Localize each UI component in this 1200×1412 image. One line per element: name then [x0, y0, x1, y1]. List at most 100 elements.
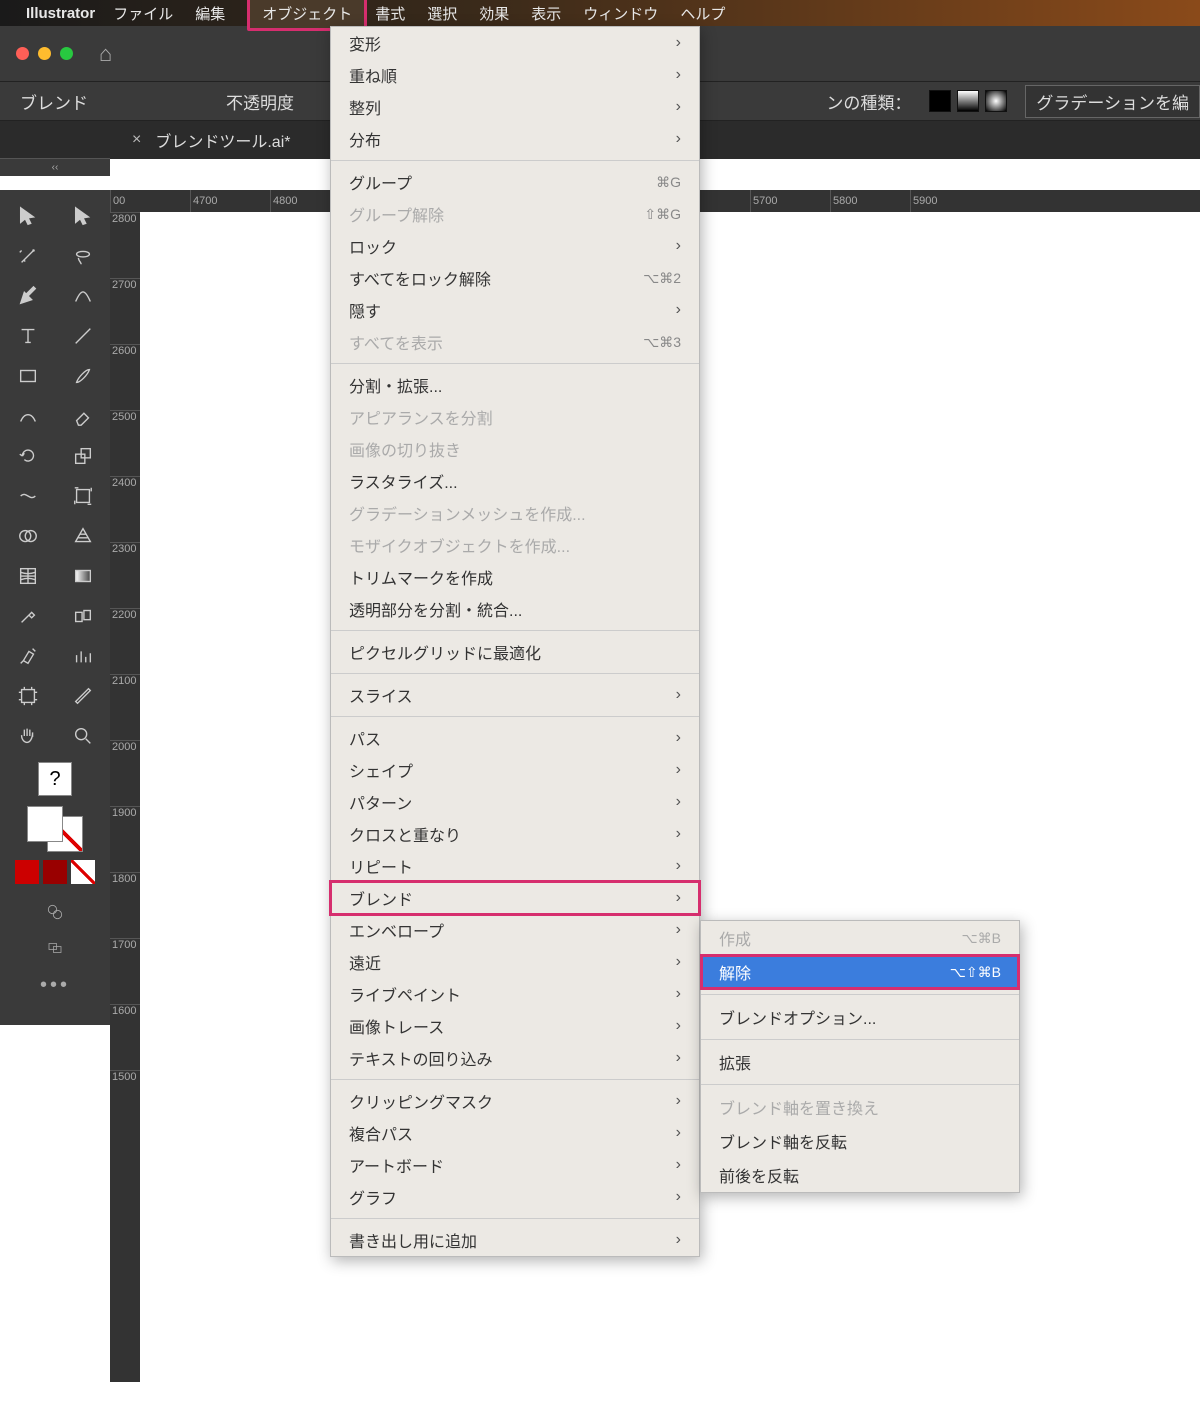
submenu-item[interactable]: ブレンド軸を反転 [701, 1124, 1019, 1158]
chevron-right-icon: › [676, 889, 681, 907]
blend-tool-icon[interactable] [55, 596, 110, 636]
menu-item[interactable]: エンベロープ› [331, 914, 699, 946]
direct-selection-tool-icon[interactable] [55, 196, 110, 236]
menu-item[interactable]: アートボード› [331, 1149, 699, 1181]
menu-item[interactable]: 隠す› [331, 294, 699, 326]
hand-tool-icon[interactable] [0, 716, 55, 756]
gradient-tool-icon[interactable] [55, 556, 110, 596]
draw-mode-icon[interactable] [0, 930, 110, 966]
swatch-gradient-icon[interactable] [43, 860, 67, 884]
panel-collapse-icon[interactable]: ‹‹ [0, 158, 110, 176]
menu-item[interactable]: リピート› [331, 850, 699, 882]
menu-item[interactable]: グループ⌘G [331, 166, 699, 198]
menu-item[interactable]: 遠近› [331, 946, 699, 978]
submenu-item[interactable]: 拡張 [701, 1045, 1019, 1079]
menu-item[interactable]: 整列› [331, 91, 699, 123]
menu-item[interactable]: ライブペイント› [331, 978, 699, 1010]
home-icon[interactable]: ⌂ [99, 41, 112, 67]
minimize-window-icon[interactable] [38, 47, 51, 60]
menu-window[interactable]: ウィンドウ [583, 3, 658, 24]
rectangle-tool-icon[interactable] [0, 356, 55, 396]
width-tool-icon[interactable] [0, 476, 55, 516]
blend-submenu: 作成⌥⌘B解除⌥⇧⌘Bブレンドオプション...拡張ブレンド軸を置き換えブレンド軸… [700, 920, 1020, 1193]
fill-stroke-control[interactable] [27, 806, 83, 852]
menu-item[interactable]: スライス› [331, 679, 699, 711]
menu-item[interactable]: テキストの回り込み› [331, 1042, 699, 1074]
submenu-item[interactable]: ブレンドオプション... [701, 1000, 1019, 1034]
menu-item[interactable]: 分布› [331, 123, 699, 155]
pen-tool-icon[interactable] [0, 276, 55, 316]
mesh-tool-icon[interactable] [0, 556, 55, 596]
perspective-tool-icon[interactable] [55, 516, 110, 556]
menu-effect[interactable]: 効果 [479, 3, 509, 24]
menu-item[interactable]: ラスタライズ... [331, 465, 699, 497]
paintbrush-tool-icon[interactable] [55, 356, 110, 396]
line-tool-icon[interactable] [55, 316, 110, 356]
slice-tool-icon[interactable] [55, 676, 110, 716]
swatch-none-icon[interactable] [71, 860, 95, 884]
more-tools-icon[interactable]: ••• [40, 966, 70, 1005]
curvature-tool-icon[interactable] [55, 276, 110, 316]
menu-item[interactable]: 複合パス› [331, 1117, 699, 1149]
menu-item[interactable]: ピクセルグリッドに最適化 [331, 636, 699, 668]
gradient-radial-icon[interactable] [985, 90, 1007, 112]
chevron-right-icon: › [676, 1156, 681, 1174]
menu-select[interactable]: 選択 [427, 3, 457, 24]
selection-tool-icon[interactable] [0, 196, 55, 236]
chevron-right-icon: › [676, 825, 681, 843]
menu-item[interactable]: クリッピングマスク› [331, 1085, 699, 1117]
close-window-icon[interactable] [16, 47, 29, 60]
column-graph-tool-icon[interactable] [55, 636, 110, 676]
screen-mode-icon[interactable] [0, 894, 110, 930]
rotate-tool-icon[interactable] [0, 436, 55, 476]
fill-swatch[interactable] [27, 806, 63, 842]
type-tool-icon[interactable] [0, 316, 55, 356]
menu-item[interactable]: 透明部分を分割・統合... [331, 593, 699, 625]
menu-item[interactable]: 画像トレース› [331, 1010, 699, 1042]
eraser-tool-icon[interactable] [55, 396, 110, 436]
zoom-window-icon[interactable] [60, 47, 73, 60]
opacity-label: 不透明度 [226, 89, 294, 114]
tool-help-icon[interactable]: ? [38, 762, 72, 796]
lasso-tool-icon[interactable] [55, 236, 110, 276]
submenu-item[interactable]: 解除⌥⇧⌘B [701, 955, 1019, 989]
eyedropper-tool-icon[interactable] [0, 596, 55, 636]
shaper-tool-icon[interactable] [0, 396, 55, 436]
edit-gradient-button[interactable]: グラデーションを編 [1025, 85, 1200, 118]
gradient-none-icon[interactable] [929, 90, 951, 112]
menu-item[interactable]: トリムマークを作成 [331, 561, 699, 593]
tab-document[interactable]: ブレンドツール.ai* [155, 128, 290, 152]
menu-item[interactable]: 変形› [331, 27, 699, 59]
menu-item[interactable]: 重ね順› [331, 59, 699, 91]
mac-menubar: Illustrator ファイル 編集 オブジェクト 書式 選択 効果 表示 ウ… [0, 0, 1200, 26]
scale-tool-icon[interactable] [55, 436, 110, 476]
menu-item[interactable]: 書き出し用に追加› [331, 1224, 699, 1256]
menu-help[interactable]: ヘルプ [680, 3, 725, 24]
menu-item[interactable]: ロック› [331, 230, 699, 262]
menu-item[interactable]: グラフ› [331, 1181, 699, 1213]
submenu-item[interactable]: 前後を反転 [701, 1158, 1019, 1192]
artboard-tool-icon[interactable] [0, 676, 55, 716]
zoom-tool-icon[interactable] [55, 716, 110, 756]
menu-item[interactable]: ブレンド› [331, 882, 699, 914]
menu-item[interactable]: パターン› [331, 786, 699, 818]
shape-builder-tool-icon[interactable] [0, 516, 55, 556]
free-transform-tool-icon[interactable] [55, 476, 110, 516]
symbol-sprayer-tool-icon[interactable] [0, 636, 55, 676]
menu-item[interactable]: シェイプ› [331, 754, 699, 786]
menu-item[interactable]: クロスと重なり› [331, 818, 699, 850]
chevron-right-icon: › [676, 66, 681, 84]
gradient-linear-icon[interactable] [957, 90, 979, 112]
menu-item[interactable]: 分割・拡張... [331, 369, 699, 401]
tab-close-icon[interactable]: × [132, 131, 141, 149]
menu-edit[interactable]: 編集 [195, 3, 225, 24]
magic-wand-tool-icon[interactable] [0, 236, 55, 276]
chevron-right-icon: › [676, 686, 681, 704]
swatch-color-icon[interactable] [15, 860, 39, 884]
menu-file[interactable]: ファイル [113, 3, 173, 24]
menu-type[interactable]: 書式 [375, 3, 405, 24]
menu-item[interactable]: すべてをロック解除⌥⌘2 [331, 262, 699, 294]
menu-view[interactable]: 表示 [531, 3, 561, 24]
chevron-right-icon: › [676, 130, 681, 148]
menu-item[interactable]: パス› [331, 722, 699, 754]
